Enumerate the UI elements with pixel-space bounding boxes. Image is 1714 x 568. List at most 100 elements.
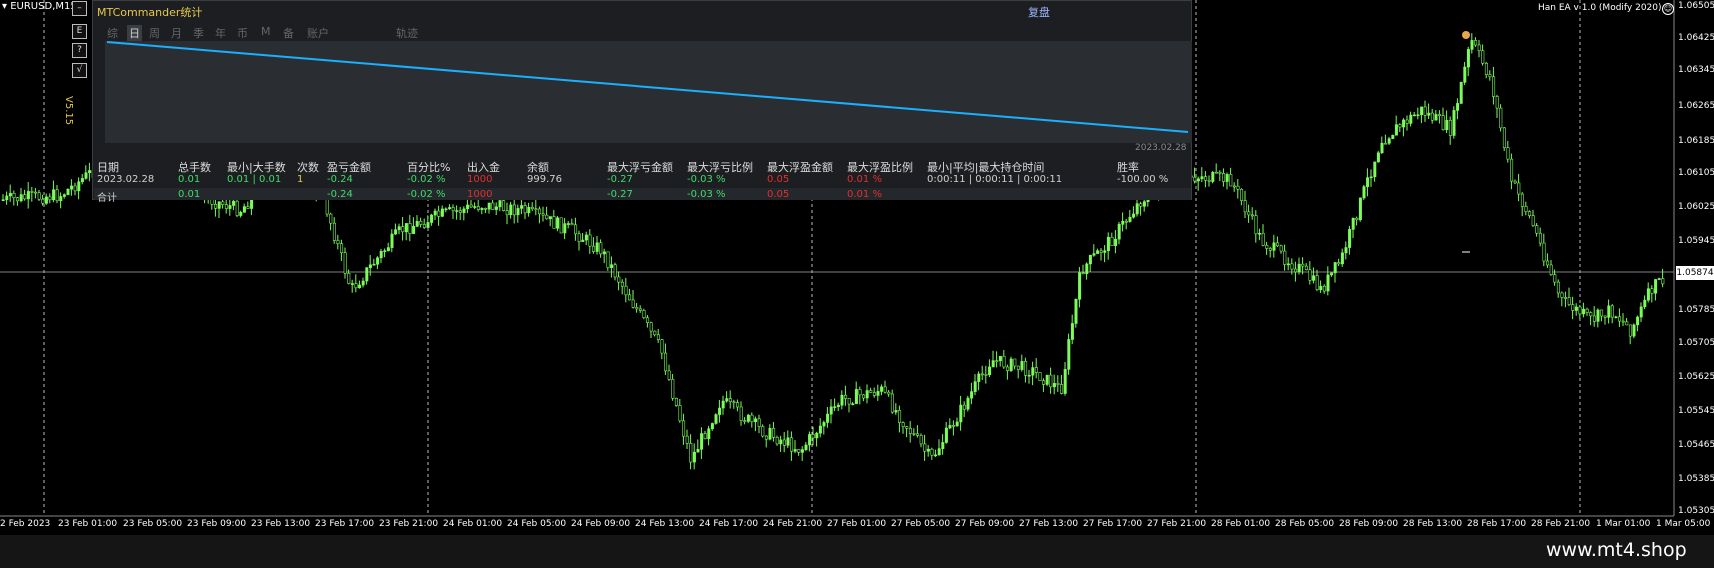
tab-month[interactable]: 月	[171, 25, 182, 41]
candle-body	[862, 394, 866, 399]
candle-body	[1506, 147, 1510, 160]
settings-button[interactable]: E	[72, 24, 87, 39]
candle-body	[8, 193, 12, 197]
candle-body	[898, 410, 902, 423]
tab-account[interactable]: 账户	[307, 25, 329, 41]
candle-body	[1135, 203, 1139, 215]
candle-body	[710, 423, 714, 430]
candle-body	[1092, 253, 1096, 256]
candle-body	[714, 414, 718, 424]
price-label: 1.06345	[1678, 65, 1714, 75]
candle-body	[1103, 250, 1107, 253]
tab-year[interactable]: 年	[215, 25, 226, 41]
help-button[interactable]: ?	[72, 43, 87, 58]
tab-day[interactable]: 日	[127, 25, 142, 41]
candle-body	[732, 401, 736, 404]
candle-body	[581, 239, 585, 242]
candle-body	[1344, 247, 1348, 254]
candle-body	[530, 207, 534, 210]
candle-body	[973, 381, 977, 392]
candle-body	[1492, 76, 1496, 97]
candle-body	[872, 392, 876, 396]
candle-body	[1294, 268, 1298, 273]
candle-body	[977, 373, 981, 382]
replay-button[interactable]: 复盘	[1028, 4, 1050, 20]
tab-summary[interactable]: 综	[107, 25, 118, 41]
candle-body	[520, 205, 524, 209]
candle-body	[847, 398, 851, 405]
candle-body	[37, 192, 41, 200]
candle-body	[656, 334, 660, 340]
candle-body	[350, 283, 354, 285]
candle-body	[1139, 203, 1143, 207]
stats-panel: MTCommander统计 复盘 综 日 周 月 季 年 币 M 备 账户 轨迹…	[92, 0, 1192, 204]
smiley-icon[interactable]: ☺	[1662, 3, 1674, 15]
candle-body	[1513, 180, 1517, 184]
candle-body	[55, 189, 59, 202]
candle-body	[368, 264, 372, 268]
candle-body	[728, 398, 732, 403]
candle-body	[908, 427, 912, 434]
candle-body	[1024, 361, 1028, 376]
tab-note[interactable]: 备	[283, 25, 294, 41]
cell-total-lots: 0.01	[178, 189, 201, 200]
cell-pnl: -0.24	[327, 174, 353, 185]
cell-max-float-loss: -0.27	[607, 189, 633, 200]
candle-body	[563, 223, 567, 234]
candle-body	[1438, 114, 1442, 116]
candle-body	[1290, 263, 1294, 270]
time-label: 1 Mar 01:00	[1596, 519, 1651, 529]
candle-body	[811, 434, 815, 439]
candle-body	[1128, 216, 1132, 222]
candle-body	[1002, 356, 1006, 368]
candle-body	[761, 426, 765, 437]
candle-body	[34, 191, 38, 194]
candle-body	[1650, 288, 1654, 294]
candle-body	[527, 207, 531, 214]
symbol-label[interactable]: ▾ EURUSD,M15	[2, 1, 77, 12]
candle-body	[1398, 124, 1402, 128]
col-max-float-loss-ratio: 最大浮亏比例	[687, 161, 753, 174]
candle-body	[1394, 124, 1398, 136]
candle-body	[347, 273, 351, 284]
candle-body	[1085, 263, 1089, 274]
tab-currency[interactable]: 币	[237, 25, 248, 41]
candle-body	[1308, 269, 1312, 281]
candle-body	[1240, 188, 1244, 201]
minimize-button[interactable]: –	[72, 1, 87, 16]
candle-body	[671, 379, 675, 399]
candle-body	[1585, 308, 1589, 313]
candle-body	[502, 200, 506, 211]
candle-body	[1610, 305, 1614, 318]
candle-body	[365, 267, 369, 282]
tab-track[interactable]: 轨迹	[396, 25, 418, 41]
check-button[interactable]: √	[72, 63, 87, 78]
price-label: 1.05385	[1678, 474, 1714, 484]
candle-body	[797, 449, 801, 453]
candle-body	[376, 257, 380, 265]
tab-week[interactable]: 周	[149, 25, 160, 41]
time-label: 1 Mar 05:00	[1656, 519, 1711, 529]
candle-body	[1049, 374, 1053, 388]
candle-body	[1578, 306, 1582, 315]
col-total-lots: 总手数	[178, 161, 211, 174]
candle-body	[1456, 103, 1460, 111]
candle-body	[595, 242, 599, 252]
candle-body	[1265, 245, 1269, 249]
candle-body	[1074, 299, 1078, 324]
dropdown-triangle-icon[interactable]: ▾	[2, 1, 7, 12]
tab-magic[interactable]: M	[261, 25, 271, 38]
candle-body	[916, 433, 920, 436]
candle-body	[574, 224, 578, 235]
candle-body	[880, 386, 884, 392]
cell-win-rate: -100.00 %	[1117, 174, 1169, 185]
candle-body	[1661, 278, 1665, 285]
candle-body	[822, 422, 826, 427]
candle-body	[941, 442, 945, 449]
price-label: 1.05465	[1678, 440, 1714, 450]
candle-body	[1643, 299, 1647, 308]
current-price-badge: 1.05874	[1676, 266, 1714, 280]
candle-body	[480, 207, 484, 210]
tab-quarter[interactable]: 季	[193, 25, 204, 41]
candle-body	[937, 448, 941, 456]
